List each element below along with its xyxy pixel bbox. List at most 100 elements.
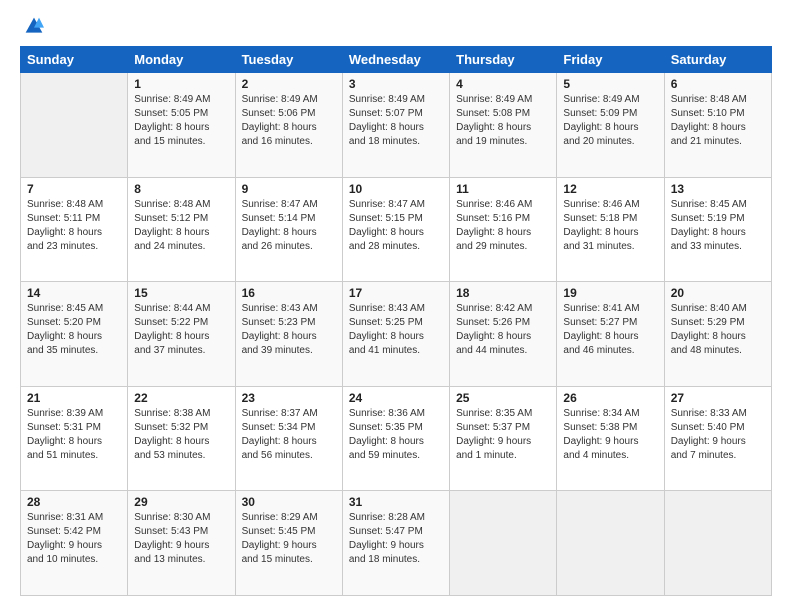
day-cell: 17 Sunrise: 8:43 AMSunset: 5:25 PMDayligh… — [342, 282, 449, 387]
day-number: 20 — [671, 286, 765, 300]
day-cell: 25 Sunrise: 8:35 AMSunset: 5:37 PMDayligh… — [450, 386, 557, 491]
day-detail: Sunrise: 8:33 AMSunset: 5:40 PMDaylight:… — [671, 407, 765, 463]
week-row-5: 28Sunrise: 8:31 AMSunset: 5:42 PMDayligh… — [21, 491, 772, 596]
day-detail: Sunrise: 8:40 AMSunset: 5:29 PMDaylight:… — [671, 302, 765, 358]
day-number: 6 — [671, 77, 765, 91]
day-cell: 14 Sunrise: 8:45 AMSunset: 5:20 PMDayligh… — [21, 282, 128, 387]
day-cell: 27Sunrise: 8:33 AMSunset: 5:40 PMDayligh… — [664, 386, 771, 491]
day-cell: 18Sunrise: 8:42 AMSunset: 5:26 PMDayligh… — [450, 282, 557, 387]
calendar-table: SundayMondayTuesdayWednesdayThursdayFrid… — [20, 46, 772, 596]
day-number: 10 — [349, 182, 443, 196]
day-number: 30 — [242, 495, 336, 509]
day-detail: Sunrise: 8:37 AMSunset: 5:34 PMDaylight:… — [242, 407, 336, 463]
day-detail: Sunrise: 8:46 AMSunset: 5:16 PMDaylight:… — [456, 198, 550, 254]
day-cell: 21 Sunrise: 8:39 AMSunset: 5:31 PMDayligh… — [21, 386, 128, 491]
day-number: 8 — [134, 182, 228, 196]
day-number: 3 — [349, 77, 443, 91]
day-number: 5 — [563, 77, 657, 91]
day-cell: 22 Sunrise: 8:38 AMSunset: 5:32 PMDayligh… — [128, 386, 235, 491]
day-detail: Sunrise: 8:48 AMSunset: 5:11 PMDaylight:… — [27, 198, 121, 254]
day-number: 23 — [242, 391, 336, 405]
header-day-monday: Monday — [128, 47, 235, 73]
day-detail: Sunrise: 8:43 AMSunset: 5:25 PMDaylight:… — [349, 302, 443, 358]
day-detail: Sunrise: 8:43 AMSunset: 5:23 PMDaylight:… — [242, 302, 336, 358]
day-detail: Sunrise: 8:36 AMSunset: 5:35 PMDaylight:… — [349, 407, 443, 463]
day-detail: Sunrise: 8:47 AMSunset: 5:15 PMDaylight:… — [349, 198, 443, 254]
header-day-sunday: Sunday — [21, 47, 128, 73]
day-detail: Sunrise: 8:45 AMSunset: 5:20 PMDaylight:… — [27, 302, 121, 358]
day-detail: Sunrise: 8:48 AMSunset: 5:10 PMDaylight:… — [671, 93, 765, 149]
day-number: 16 — [242, 286, 336, 300]
day-number: 1 — [134, 77, 228, 91]
day-number: 18 — [456, 286, 550, 300]
day-detail: Sunrise: 8:49 AMSunset: 5:06 PMDaylight:… — [242, 93, 336, 149]
day-detail: Sunrise: 8:49 AMSunset: 5:08 PMDaylight:… — [456, 93, 550, 149]
day-number: 7 — [27, 182, 121, 196]
header — [20, 16, 772, 36]
day-number: 29 — [134, 495, 228, 509]
day-number: 25 — [456, 391, 550, 405]
day-cell: 5 Sunrise: 8:49 AMSunset: 5:09 PMDaylight… — [557, 73, 664, 178]
day-cell: 28Sunrise: 8:31 AMSunset: 5:42 PMDayligh… — [21, 491, 128, 596]
day-number: 14 — [27, 286, 121, 300]
day-cell — [21, 73, 128, 178]
day-detail: Sunrise: 8:34 AMSunset: 5:38 PMDaylight:… — [563, 407, 657, 463]
day-cell: 26 Sunrise: 8:34 AMSunset: 5:38 PMDayligh… — [557, 386, 664, 491]
day-detail: Sunrise: 8:29 AMSunset: 5:45 PMDaylight:… — [242, 511, 336, 567]
day-number: 15 — [134, 286, 228, 300]
header-row: SundayMondayTuesdayWednesdayThursdayFrid… — [21, 47, 772, 73]
header-day-friday: Friday — [557, 47, 664, 73]
day-cell: 7 Sunrise: 8:48 AMSunset: 5:11 PMDaylight… — [21, 177, 128, 282]
day-number: 26 — [563, 391, 657, 405]
day-cell — [557, 491, 664, 596]
day-number: 21 — [27, 391, 121, 405]
day-number: 13 — [671, 182, 765, 196]
day-number: 28 — [27, 495, 121, 509]
day-number: 9 — [242, 182, 336, 196]
day-detail: Sunrise: 8:49 AMSunset: 5:07 PMDaylight:… — [349, 93, 443, 149]
day-cell — [664, 491, 771, 596]
day-cell: 11Sunrise: 8:46 AMSunset: 5:16 PMDayligh… — [450, 177, 557, 282]
day-cell: 1 Sunrise: 8:49 AMSunset: 5:05 PMDaylight… — [128, 73, 235, 178]
day-detail: Sunrise: 8:46 AMSunset: 5:18 PMDaylight:… — [563, 198, 657, 254]
day-number: 31 — [349, 495, 443, 509]
day-cell: 10 Sunrise: 8:47 AMSunset: 5:15 PMDayligh… — [342, 177, 449, 282]
day-cell: 23 Sunrise: 8:37 AMSunset: 5:34 PMDayligh… — [235, 386, 342, 491]
day-cell: 30 Sunrise: 8:29 AMSunset: 5:45 PMDayligh… — [235, 491, 342, 596]
day-detail: Sunrise: 8:45 AMSunset: 5:19 PMDaylight:… — [671, 198, 765, 254]
week-row-1: 1 Sunrise: 8:49 AMSunset: 5:05 PMDaylight… — [21, 73, 772, 178]
day-detail: Sunrise: 8:38 AMSunset: 5:32 PMDaylight:… — [134, 407, 228, 463]
day-cell: 13 Sunrise: 8:45 AMSunset: 5:19 PMDayligh… — [664, 177, 771, 282]
week-row-2: 7 Sunrise: 8:48 AMSunset: 5:11 PMDaylight… — [21, 177, 772, 282]
day-cell: 31 Sunrise: 8:28 AMSunset: 5:47 PMDayligh… — [342, 491, 449, 596]
day-detail: Sunrise: 8:30 AMSunset: 5:43 PMDaylight:… — [134, 511, 228, 567]
day-cell: 9Sunrise: 8:47 AMSunset: 5:14 PMDaylight… — [235, 177, 342, 282]
day-cell: 20 Sunrise: 8:40 AMSunset: 5:29 PMDayligh… — [664, 282, 771, 387]
day-detail: Sunrise: 8:49 AMSunset: 5:09 PMDaylight:… — [563, 93, 657, 149]
day-number: 17 — [349, 286, 443, 300]
day-cell: 24 Sunrise: 8:36 AMSunset: 5:35 PMDayligh… — [342, 386, 449, 491]
day-number: 12 — [563, 182, 657, 196]
day-cell — [450, 491, 557, 596]
day-detail: Sunrise: 8:39 AMSunset: 5:31 PMDaylight:… — [27, 407, 121, 463]
header-day-wednesday: Wednesday — [342, 47, 449, 73]
day-cell: 15 Sunrise: 8:44 AMSunset: 5:22 PMDayligh… — [128, 282, 235, 387]
day-detail: Sunrise: 8:44 AMSunset: 5:22 PMDaylight:… — [134, 302, 228, 358]
week-row-4: 21 Sunrise: 8:39 AMSunset: 5:31 PMDayligh… — [21, 386, 772, 491]
day-detail: Sunrise: 8:35 AMSunset: 5:37 PMDaylight:… — [456, 407, 550, 463]
day-cell: 4 Sunrise: 8:49 AMSunset: 5:08 PMDaylight… — [450, 73, 557, 178]
day-number: 19 — [563, 286, 657, 300]
day-number: 4 — [456, 77, 550, 91]
day-detail: Sunrise: 8:48 AMSunset: 5:12 PMDaylight:… — [134, 198, 228, 254]
day-number: 24 — [349, 391, 443, 405]
day-number: 22 — [134, 391, 228, 405]
day-detail: Sunrise: 8:28 AMSunset: 5:47 PMDaylight:… — [349, 511, 443, 567]
day-cell: 16 Sunrise: 8:43 AMSunset: 5:23 PMDayligh… — [235, 282, 342, 387]
logo — [20, 16, 44, 36]
day-detail: Sunrise: 8:49 AMSunset: 5:05 PMDaylight:… — [134, 93, 228, 149]
day-cell: 12 Sunrise: 8:46 AMSunset: 5:18 PMDayligh… — [557, 177, 664, 282]
day-cell: 6 Sunrise: 8:48 AMSunset: 5:10 PMDaylight… — [664, 73, 771, 178]
week-row-3: 14 Sunrise: 8:45 AMSunset: 5:20 PMDayligh… — [21, 282, 772, 387]
day-cell: 3 Sunrise: 8:49 AMSunset: 5:07 PMDaylight… — [342, 73, 449, 178]
day-number: 2 — [242, 77, 336, 91]
